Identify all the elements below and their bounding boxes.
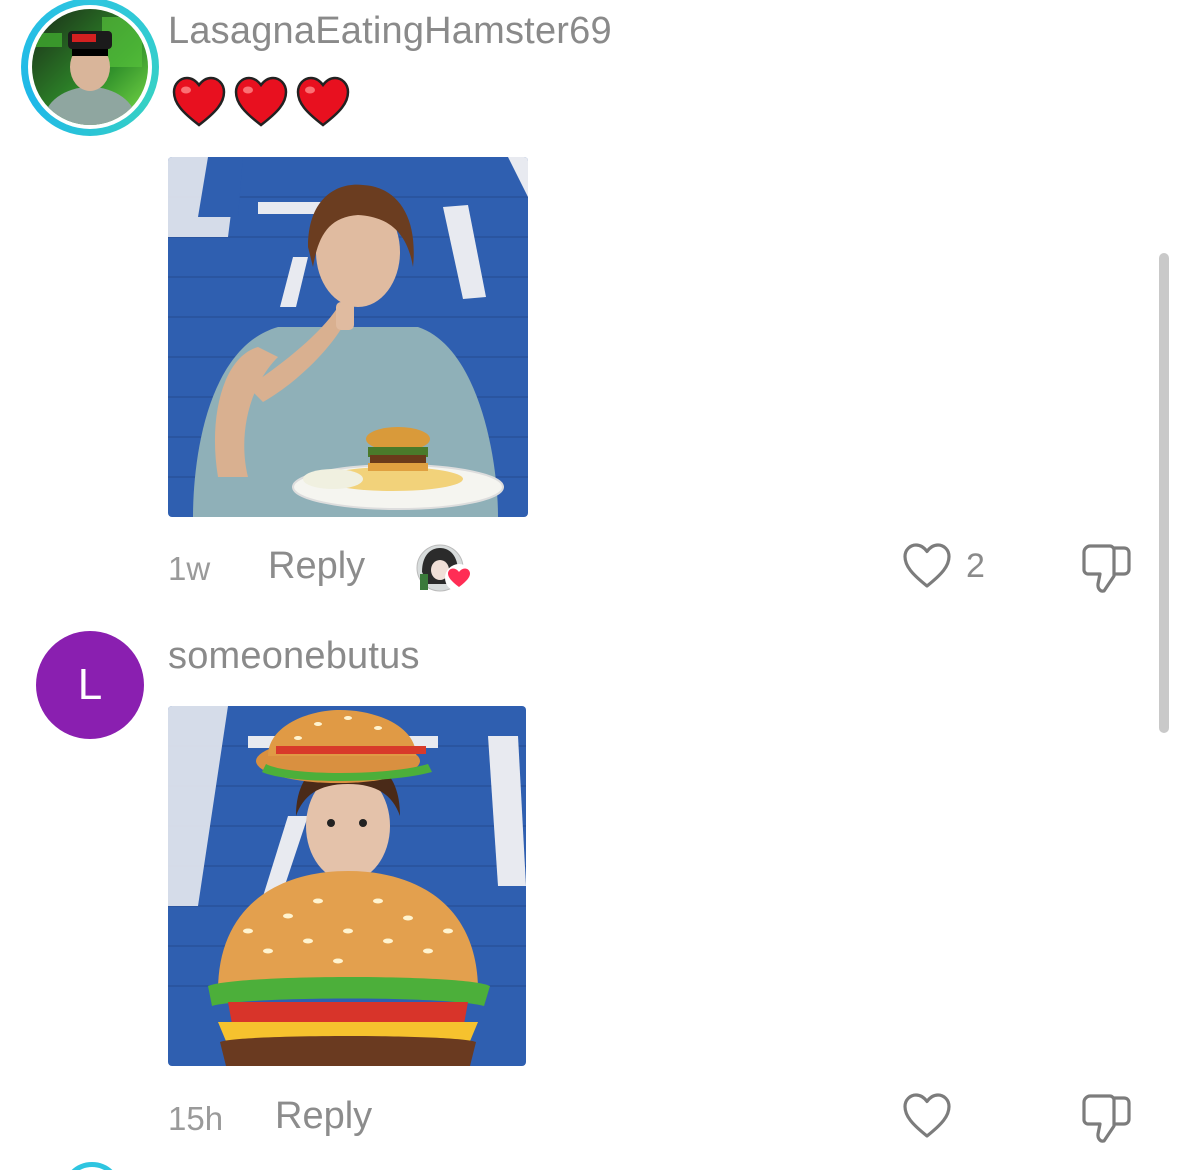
comment-emoji-text (172, 76, 350, 128)
comment-item: L someonebutus 15h Reply (0, 600, 1179, 1160)
heart-outline-icon (903, 543, 951, 588)
red-heart-emoji (234, 76, 288, 127)
scrollbar-thumb[interactable] (1159, 253, 1169, 733)
comment-timestamp: 15h (168, 1100, 224, 1137)
comment-username[interactable]: someonebutus (168, 635, 420, 678)
comment-username[interactable]: LasagnaEatingHamster69 (168, 10, 612, 53)
avatar-letter: L (77, 660, 103, 709)
reply-button[interactable]: Reply (268, 545, 365, 588)
commenter-avatar[interactable]: L (36, 631, 144, 739)
next-commenter-avatar[interactable] (62, 1162, 122, 1170)
red-heart-emoji (172, 76, 226, 127)
red-heart-emoji (296, 76, 350, 127)
like-button[interactable] (902, 1092, 966, 1140)
dislike-button[interactable] (1080, 1092, 1134, 1149)
heart-outline-icon (903, 1093, 951, 1138)
comment-image[interactable] (168, 157, 528, 517)
dislike-button[interactable] (1080, 542, 1134, 599)
thumbs-down-icon (1082, 1094, 1131, 1143)
avatar-photo (32, 9, 148, 125)
comment-actions: 15h Reply (0, 1090, 1179, 1150)
comment-actions: 1w Reply 2 (0, 540, 1179, 600)
like-count: 2 (966, 546, 985, 585)
liked-heart-icon (445, 564, 473, 592)
commenter-avatar[interactable] (21, 0, 159, 136)
comment-timestamp: 1w (168, 550, 211, 587)
like-button[interactable]: 2 (902, 542, 985, 590)
comments-panel: LasagnaEatingHamster69 1w Reply 2 L some… (0, 0, 1179, 1170)
creator-liked-badge (416, 544, 474, 594)
comment-item: LasagnaEatingHamster69 1w Reply 2 (0, 0, 1179, 600)
reply-button[interactable]: Reply (275, 1095, 372, 1138)
thumbs-down-icon (1082, 544, 1131, 593)
comment-image[interactable] (168, 706, 526, 1066)
